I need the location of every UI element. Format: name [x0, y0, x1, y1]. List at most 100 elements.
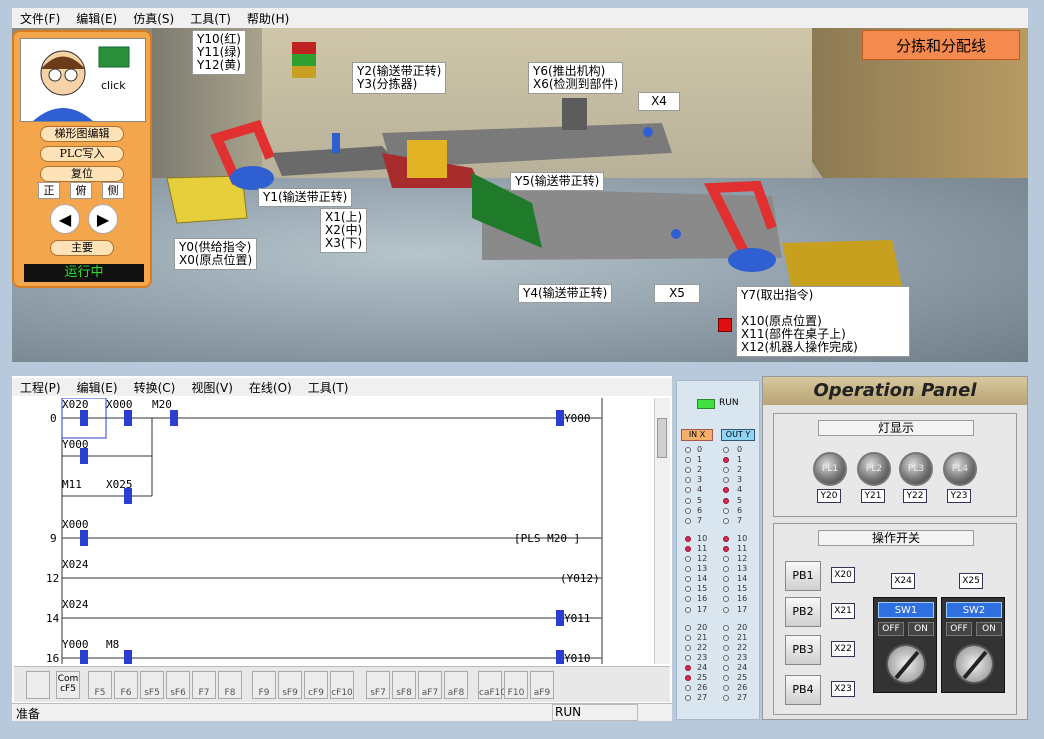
lamp-section-title: 灯显示 [818, 420, 974, 436]
output-led-number: 11 [737, 543, 748, 553]
contact-x000[interactable]: X000 [106, 398, 133, 411]
lamp-pl2-icon: PL2 [857, 452, 891, 486]
left-arrow-icon[interactable]: ◀ [50, 204, 80, 234]
contact-x000-b[interactable]: X000 [62, 518, 89, 531]
coil-pls-m20[interactable]: [PLS M20 ] [514, 532, 580, 545]
output-led-number: 7 [737, 515, 743, 525]
ladder-edit-button[interactable]: 梯形图编辑 [40, 126, 124, 142]
pb2-input: X21 [831, 603, 855, 619]
contact-m11[interactable]: M11 [62, 478, 82, 491]
contact-x024[interactable]: X024 [62, 558, 89, 571]
editor-menu-tools[interactable]: 工具(T) [300, 379, 357, 396]
menu-file[interactable]: 文件(F) [12, 10, 68, 27]
switch-section-title: 操作开关 [818, 530, 974, 546]
editor-menu-convert[interactable]: 转换(C) [126, 379, 184, 396]
input-led-icon [685, 535, 691, 542]
pb2-button[interactable]: PB2 [785, 597, 821, 627]
output-led-icon [723, 556, 729, 562]
avatar[interactable]: click [20, 38, 146, 122]
pb4-button[interactable]: PB4 [785, 675, 821, 705]
contact-m8[interactable]: M8 [106, 638, 119, 651]
tool-sf5-button[interactable]: sF5 [140, 671, 164, 699]
output-led-icon [723, 467, 729, 474]
tool-caf10-button[interactable]: caF10 [478, 671, 506, 699]
coil-y010[interactable]: Y010 [564, 652, 591, 664]
coil-y011[interactable]: Y011 [564, 612, 591, 625]
editor-menubar: 工程(P) 编辑(E) 转换(C) 视图(V) 在线(O) 工具(T) [12, 378, 672, 396]
sw1-switch[interactable]: SW1 OFF ON [873, 597, 937, 693]
output-led-number: 1 [737, 455, 743, 465]
input-led-icon [685, 654, 691, 661]
tool-f7-button[interactable]: F7 [192, 671, 216, 699]
output-led-number: 3 [737, 475, 743, 485]
tool-cursor-icon[interactable] [26, 671, 50, 699]
sw2-input: X25 [959, 573, 983, 589]
contact-x020[interactable]: X020 [62, 398, 89, 411]
editor-menu-online[interactable]: 在线(O) [241, 379, 300, 396]
menu-tools[interactable]: 工具(T) [182, 10, 239, 27]
menu-help[interactable]: 帮助(H) [239, 10, 297, 27]
tool-sf6-button[interactable]: sF6 [166, 671, 190, 699]
input-led-icon [685, 507, 691, 514]
step-12: 12 [46, 572, 60, 585]
ladder-diagram[interactable]: 0 X020 X000 M20 Y000 Y000 M11 X025 9 X00… [14, 398, 654, 664]
tool-sf8-button[interactable]: sF8 [392, 671, 416, 699]
output-table [782, 240, 902, 290]
right-arrow-icon[interactable]: ▶ [88, 204, 118, 234]
view-top-button[interactable]: 俯 [70, 182, 92, 199]
control-panel: click 梯形图编辑 PLC写入 复位 正 俯 侧 ◀ ▶ 主要 运行中 [12, 30, 152, 288]
reset-button[interactable]: 复位 [40, 166, 124, 182]
input-led-number: 1 [697, 455, 703, 465]
operation-panel: Operation Panel 灯显示 PL1 PL2 PL3 PL4 Y20 … [762, 376, 1028, 720]
menu-edit[interactable]: 编辑(E) [68, 10, 125, 27]
output-led-number: 22 [737, 642, 748, 652]
tool-f9-button[interactable]: F9 [252, 671, 276, 699]
output-led-icon [723, 517, 729, 524]
sw2-switch[interactable]: SW2 OFF ON [941, 597, 1005, 693]
tool-af8-button[interactable]: aF8 [444, 671, 468, 699]
view-front-button[interactable]: 正 [38, 182, 60, 199]
status-ready: 准备 [16, 707, 41, 721]
sw2-on[interactable]: ON [976, 622, 1002, 636]
editor-menu-view[interactable]: 视图(V) [183, 379, 241, 396]
tool-cf9-button[interactable]: cF9 [304, 671, 328, 699]
editor-menu-project[interactable]: 工程(P) [12, 379, 69, 396]
ladder-scrollbar[interactable] [654, 398, 670, 664]
menu-simulate[interactable]: 仿真(S) [125, 10, 182, 27]
coil-y012[interactable]: (Y012) [560, 572, 600, 585]
tool-f6-button[interactable]: F6 [114, 671, 138, 699]
plc-write-button[interactable]: PLC写入 [40, 146, 124, 162]
tool-af7-button[interactable]: aF7 [418, 671, 442, 699]
tool-af9-button[interactable]: aF9 [530, 671, 554, 699]
view-side-button[interactable]: 侧 [102, 182, 124, 199]
label-y6: Y6(推出机构) X6(检测到部件) [528, 62, 624, 94]
tool-cf10-button[interactable]: cF10 [330, 671, 354, 699]
coil-y000[interactable]: Y000 [564, 412, 591, 425]
sw1-on[interactable]: ON [908, 622, 934, 636]
lamp-section: 灯显示 [773, 413, 1017, 517]
tool-sf7-button[interactable]: sF7 [366, 671, 390, 699]
pb3-button[interactable]: PB3 [785, 635, 821, 665]
main-button[interactable]: 主要 [50, 240, 114, 256]
contact-y000[interactable]: Y000 [62, 438, 89, 451]
contact-m20[interactable]: M20 [152, 398, 172, 411]
sw2-knob-icon[interactable] [954, 644, 994, 684]
sw1-off[interactable]: OFF [878, 622, 904, 636]
editor-menu-edit[interactable]: 编辑(E) [69, 379, 126, 396]
input-led-number: 0 [697, 445, 703, 454]
sw1-knob-icon[interactable] [886, 644, 926, 684]
tool-f5-button[interactable]: F5 [88, 671, 112, 699]
output-led-icon [723, 665, 729, 671]
sw2-off[interactable]: OFF [946, 622, 972, 636]
tool-com-button[interactable]: Com cF5 [56, 671, 80, 699]
input-led-icon [685, 695, 691, 702]
contact-x025[interactable]: X025 [106, 478, 133, 491]
tool-sf9-button[interactable]: sF9 [278, 671, 302, 699]
contact-y000-b[interactable]: Y000 [62, 638, 89, 651]
tool-f8-button[interactable]: F8 [218, 671, 242, 699]
contact-x024-b[interactable]: X024 [62, 598, 89, 611]
tool-f10-button[interactable]: F10 [504, 671, 528, 699]
scroll-thumb[interactable] [657, 418, 667, 458]
sensor-x1 [332, 133, 340, 153]
pb1-button[interactable]: PB1 [785, 561, 821, 591]
